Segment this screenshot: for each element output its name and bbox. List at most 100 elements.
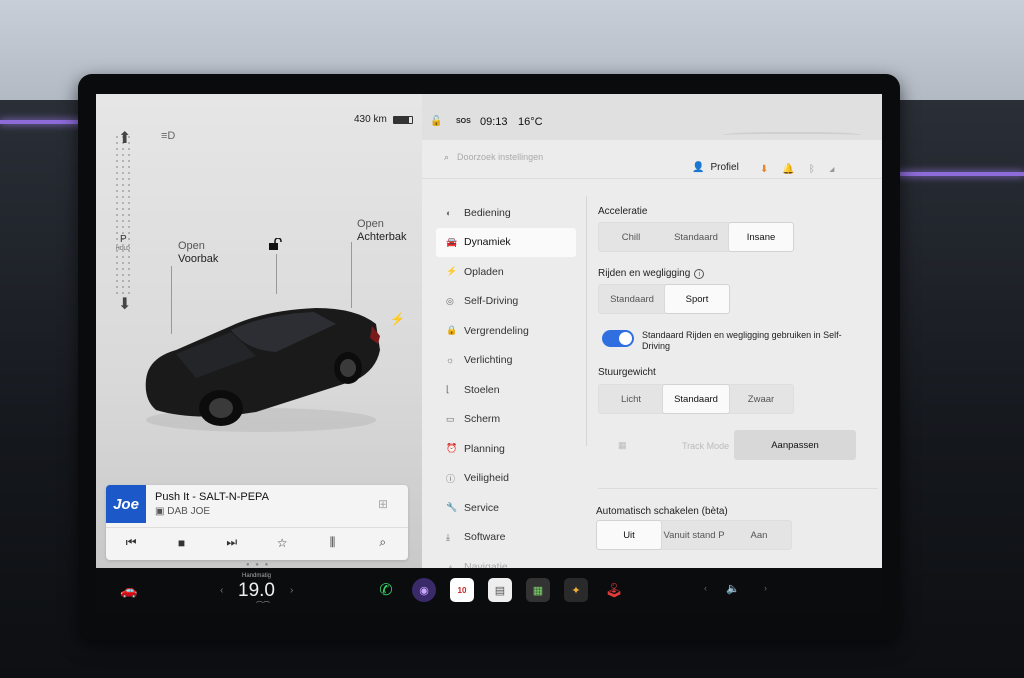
settings-search[interactable]: ⌕ Doorzoek instellingen: [444, 152, 543, 163]
notes-icon[interactable]: ▤: [488, 578, 512, 602]
open-frunk-button[interactable]: Open Voorbak: [178, 240, 218, 266]
apps-icon[interactable]: ▦: [526, 578, 550, 602]
car-visualization-pane: 430 km ⬆ P HOLD ⬇ ≡D Open Voorbak Open A…: [96, 94, 422, 568]
bottom-dock: 🚗 ‹ Handmatig 19.0 ⌒⌒ › ✆ ◉ 10 ▤ ▦ ✦ 🕹 ‹…: [96, 568, 882, 612]
menu-item-label: Dynamiek: [464, 236, 511, 249]
menu-item-stoelen[interactable]: ⌊ Stoelen: [436, 375, 576, 405]
sos-icon[interactable]: SOS: [456, 118, 471, 125]
menu-item-software[interactable]: ⤓ Software: [436, 523, 576, 553]
star-icon[interactable]: ☆: [270, 536, 294, 550]
calendar-icon[interactable]: 10: [450, 578, 474, 602]
auto-shift-title: Automatisch schakelen (bèta): [596, 506, 728, 517]
trunk-label: Achterbak: [357, 231, 407, 243]
acceleration-selector: Chill Standaard Insane: [598, 222, 794, 252]
menu-item-label: Service: [464, 501, 500, 514]
ride-option-sport[interactable]: Sport: [665, 285, 729, 313]
ride-option-standaard[interactable]: Standaard: [599, 285, 665, 313]
auto-shift-option-uit[interactable]: Uit: [597, 521, 661, 549]
self-driving-ride-toggle[interactable]: [602, 330, 634, 347]
search-input[interactable]: Doorzoek instellingen: [457, 152, 543, 162]
profile-button[interactable]: 👤 Profiel: [692, 162, 739, 173]
acceleration-title: Acceleratie: [598, 206, 648, 217]
phone-icon[interactable]: ✆: [374, 578, 398, 602]
car-icon[interactable]: 🚗: [120, 582, 137, 599]
menu-item-self-driving[interactable]: ◎ Self-Driving: [436, 287, 576, 317]
acceleration-option-chill[interactable]: Chill: [599, 223, 663, 251]
headlight-icon[interactable]: ≡D: [161, 130, 175, 142]
acceleration-option-insane[interactable]: Insane: [729, 223, 793, 251]
clock: 09:13: [480, 116, 508, 128]
menu-item-service[interactable]: 🔧 Service: [436, 493, 576, 523]
seat-icon: ⌊: [446, 384, 450, 395]
ride-title: Rijden en wegligging i: [598, 268, 705, 279]
steering-wheel-icon: ◎: [446, 295, 454, 306]
app-launcher: ✆ ◉ 10 ▤ ▦ ✦ 🕹: [374, 578, 626, 602]
menu-item-bediening[interactable]: ◐ Bediening: [436, 198, 576, 228]
menu-item-vergrendeling[interactable]: 🔒 Vergrendeling: [436, 316, 576, 346]
bluetooth-icon[interactable]: ᛒ: [809, 164, 829, 175]
steering-option-zwaar[interactable]: Zwaar: [729, 385, 793, 413]
hold-indicator: HOLD: [116, 246, 130, 252]
status-icons: ⬇🔔ᛒ◢: [760, 164, 849, 175]
equalizer-icon[interactable]: ⫼: [320, 535, 344, 550]
steering-option-standaard[interactable]: Standaard: [663, 385, 729, 413]
media-controls: ⏮ ■ ⏭ ☆ ⫼ ⌕: [106, 527, 408, 557]
bolt-icon: ⚡: [446, 266, 458, 277]
info-icon[interactable]: i: [694, 269, 705, 279]
seat-heater-icon[interactable]: ⌒⌒: [256, 600, 270, 610]
lock-icon: 🔒: [446, 325, 458, 336]
media-source-icon[interactable]: ⊞: [378, 497, 388, 511]
steering-title: Stuurgewicht: [598, 367, 656, 378]
menu-item-verlichting[interactable]: ☼ Verlichting: [436, 346, 576, 376]
download-icon[interactable]: ⬇: [760, 164, 782, 175]
acceleration-option-standaard[interactable]: Standaard: [663, 223, 729, 251]
alarm-icon: ⏰: [446, 443, 458, 454]
menu-item-dynamiek[interactable]: 🚘 Dynamiek: [436, 227, 576, 257]
arrow-up-icon[interactable]: ⬆: [118, 128, 131, 148]
stop-icon[interactable]: ■: [169, 536, 193, 550]
auto-shift-option-aan[interactable]: Aan: [727, 521, 791, 549]
camera-icon[interactable]: ◉: [412, 578, 436, 602]
steering-option-licht[interactable]: Licht: [599, 385, 663, 413]
ambient-light-right: [895, 172, 1024, 176]
self-driving-ride-label: Standaard Rijden en wegligging gebruiken…: [642, 330, 842, 351]
auto-shift-option-vanuit-p[interactable]: Vanuit stand P: [661, 521, 727, 549]
volume-down-icon[interactable]: ‹: [704, 583, 707, 593]
menu-item-label: Bediening: [464, 206, 511, 219]
shield-icon: ⓘ: [446, 473, 456, 484]
cabin-temperature[interactable]: 19.0: [238, 580, 275, 602]
unlock-icon[interactable]: [268, 238, 282, 250]
menu-item-label: Opladen: [464, 265, 504, 278]
volume-icon[interactable]: 🔈: [726, 582, 740, 595]
menu-divider: [586, 196, 587, 446]
gear-indicator: P: [120, 234, 127, 245]
bell-icon[interactable]: 🔔: [782, 164, 808, 175]
search-icon[interactable]: ⌕: [371, 535, 395, 550]
menu-item-planning[interactable]: ⏰ Planning: [436, 434, 576, 464]
unlock-status-icon[interactable]: 🔓: [430, 116, 442, 127]
menu-item-scherm[interactable]: ▭ Scherm: [436, 405, 576, 435]
next-icon[interactable]: ⏭: [220, 535, 244, 550]
open-trunk-button[interactable]: Open Achterbak: [357, 218, 407, 244]
previous-icon[interactable]: ⏮: [119, 535, 143, 550]
menu-item-opladen[interactable]: ⚡ Opladen: [436, 257, 576, 287]
adjust-button[interactable]: Aanpassen: [734, 430, 856, 460]
menu-item-label: Self-Driving: [464, 295, 519, 308]
temp-down-icon[interactable]: ‹: [220, 585, 223, 596]
menu-item-veiligheid[interactable]: ⓘ Veiligheid: [436, 464, 576, 494]
station-name: ▣ DAB JOE: [155, 506, 211, 517]
signal-icon: ◢: [828, 164, 849, 175]
sun-icon: ☼: [446, 355, 455, 366]
steering-selector: Licht Standaard Zwaar: [598, 384, 794, 414]
arcade-icon[interactable]: 🕹: [602, 578, 626, 602]
volume-up-icon[interactable]: ›: [764, 583, 767, 593]
arrow-down-icon[interactable]: ⬇: [118, 294, 131, 314]
menu-item-label: Vergrendeling: [464, 324, 529, 337]
section-divider: [598, 488, 878, 489]
toybox-icon[interactable]: ✦: [564, 578, 588, 602]
wrench-icon: 🔧: [446, 502, 458, 513]
temp-up-icon[interactable]: ›: [290, 585, 293, 596]
charge-port-icon[interactable]: ⚡: [390, 312, 405, 326]
menu-item-label: Planning: [464, 442, 505, 455]
menu-item-label: Veiligheid: [464, 472, 509, 485]
